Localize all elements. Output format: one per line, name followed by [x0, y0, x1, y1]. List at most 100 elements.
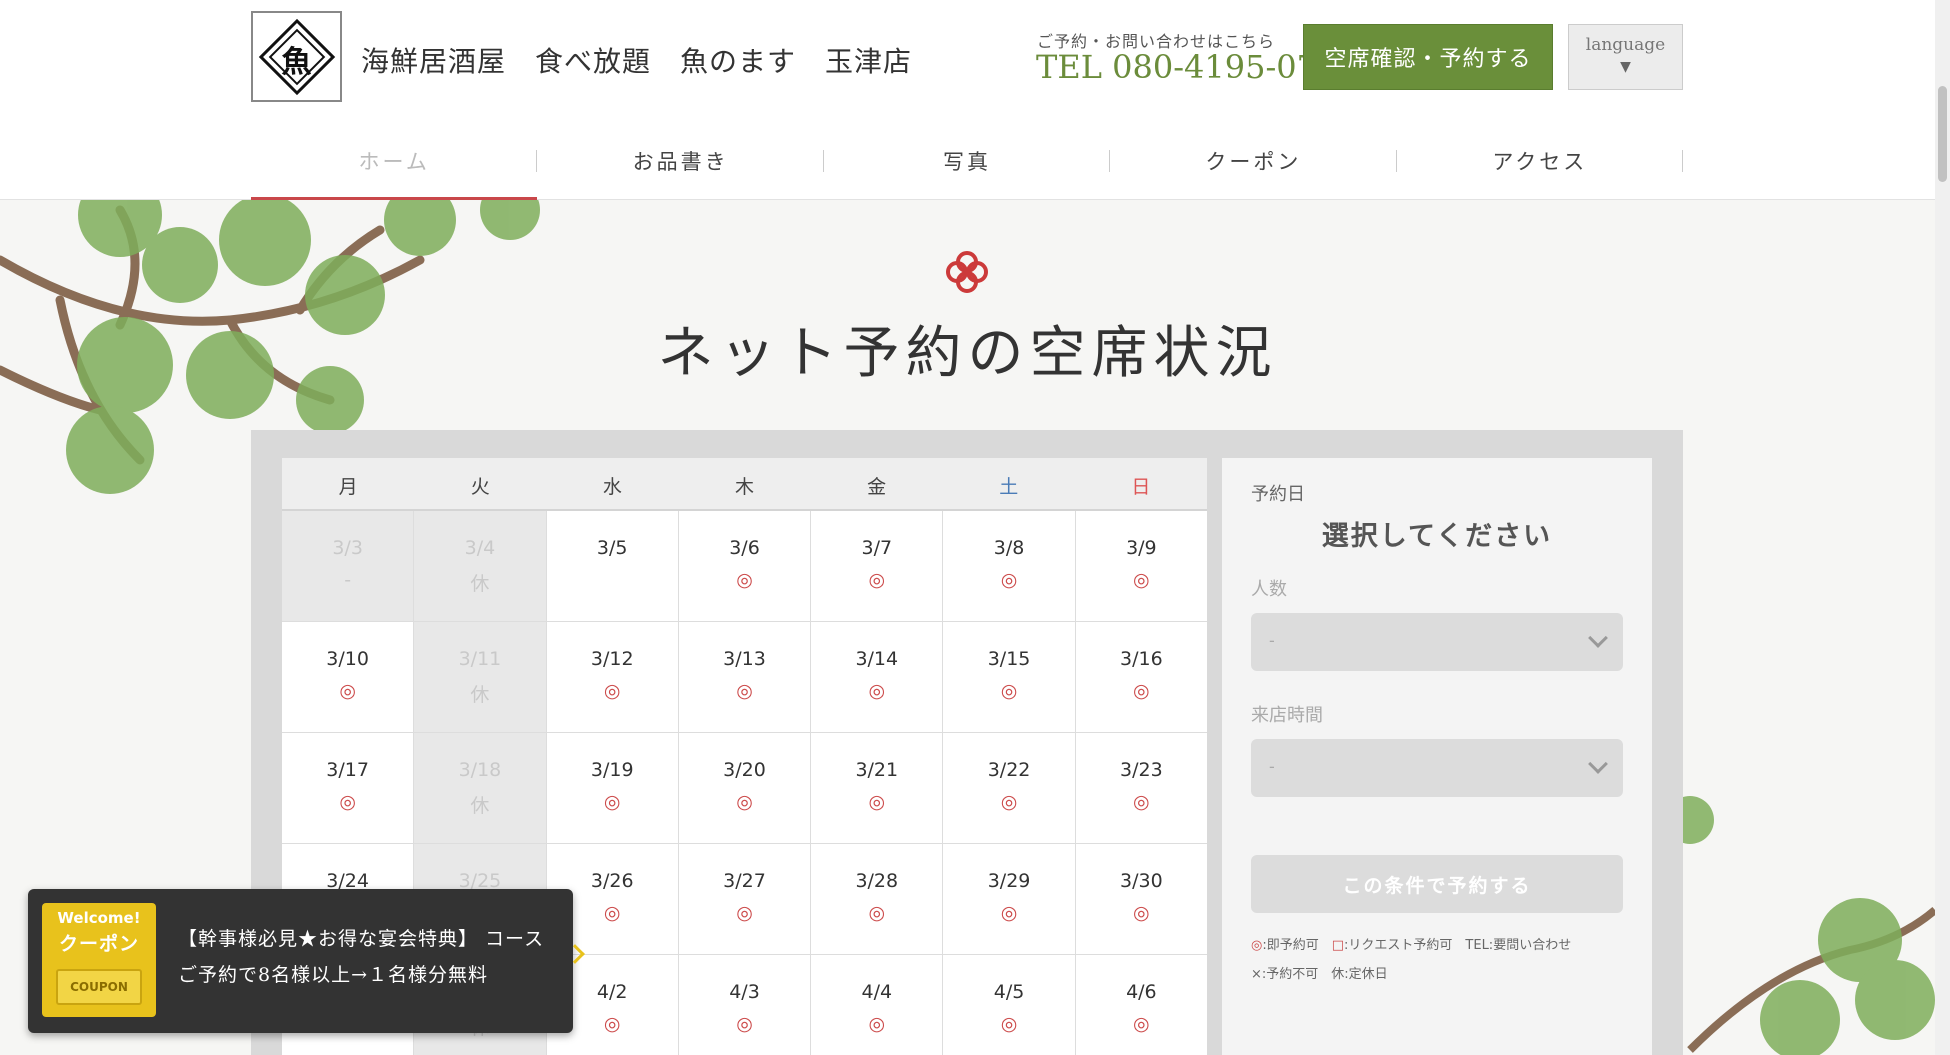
reserve-button[interactable]: 空席確認・予約する	[1303, 24, 1553, 90]
chevron-down-icon	[1588, 628, 1608, 648]
legend-line-1: ◎:即予約可 □:リクエスト予約可 TEL:要問い合わせ	[1251, 931, 1623, 960]
availability-mark: ◎	[1133, 680, 1150, 702]
availability-mark: ◎	[868, 902, 886, 924]
availability-mark: ◎	[736, 791, 753, 813]
coupon-welcome-text: Welcome!	[57, 909, 141, 927]
calendar-day-cell[interactable]: 3/27 ◎	[678, 844, 811, 954]
availability-mark: ◎	[868, 569, 886, 591]
calendar-date: 3/18	[458, 759, 502, 781]
calendar-day-cell[interactable]: 3/20 ◎	[678, 733, 811, 843]
calendar-day-cell[interactable]: 4/3 ◎	[678, 955, 811, 1055]
calendar-day-cell[interactable]: 3/13 ◎	[678, 622, 811, 732]
calendar-day-cell[interactable]: 4/6 ◎	[1075, 955, 1207, 1055]
legend-available-mark: ◎	[1251, 938, 1263, 953]
weekday-label-sunday: 日	[1131, 476, 1151, 498]
calendar-day-cell: 3/11 休	[414, 622, 546, 732]
time-select[interactable]: -	[1251, 739, 1623, 797]
calendar-day-cell[interactable]: 3/16 ◎	[1075, 622, 1207, 732]
calendar-date: 3/7	[861, 537, 893, 559]
chevron-down-icon: ▼	[1620, 59, 1631, 75]
calendar-date: 4/6	[1126, 981, 1157, 1003]
coupon-badge: Welcome! クーポン COUPON	[42, 903, 156, 1017]
availability-mark: ◎	[736, 680, 753, 702]
calendar-day-cell[interactable]: 4/5 ◎	[943, 955, 1075, 1055]
calendar-date: 3/8	[993, 537, 1025, 559]
calendar-day-cell[interactable]: 3/15 ◎	[943, 622, 1075, 732]
calendar-date: 3/4	[464, 537, 496, 559]
availability-mark: ◎	[603, 791, 621, 813]
availability-mark: ◎	[1000, 680, 1018, 702]
calendar-date: 3/23	[1120, 759, 1163, 781]
calendar-date: 3/30	[1120, 870, 1163, 892]
people-select[interactable]: -	[1251, 613, 1623, 671]
availability-mark: 休	[470, 795, 490, 817]
nav-item-coupon[interactable]: クーポン	[1110, 140, 1398, 200]
coupon-popup[interactable]: Welcome! クーポン COUPON 【幹事様必見★お得な宴会特典】 コース…	[28, 889, 585, 1033]
availability-mark: ◎	[736, 1013, 753, 1035]
availability-mark: ◎	[1000, 902, 1018, 924]
weekday-label: 火	[470, 476, 490, 498]
calendar-day-cell[interactable]: 3/29 ◎	[943, 844, 1075, 954]
calendar-day-cell[interactable]: 3/22 ◎	[943, 733, 1075, 843]
availability-mark: ◎	[868, 1013, 886, 1035]
availability-mark: ◎	[339, 680, 356, 702]
knot-emblem-icon	[946, 251, 988, 293]
scrollbar-thumb[interactable]	[1938, 86, 1947, 182]
calendar-date: 3/27	[723, 870, 766, 892]
calendar-date: 3/14	[855, 648, 899, 670]
calendar-date: 3/13	[723, 648, 766, 670]
reservation-form: 予約日 選択してください 人数 - 来店時間 - この条件で予約する ◎:即予約…	[1222, 458, 1652, 1055]
availability-mark: 休	[470, 684, 490, 706]
coupon-ticket-icon: COUPON	[56, 969, 142, 1005]
availability-mark: ◎	[1133, 902, 1150, 924]
calendar-date: 3/11	[458, 648, 502, 670]
availability-mark: 休	[470, 573, 490, 595]
legend-line-2: ×:予約不可 休:定休日	[1251, 967, 1388, 982]
coupon-description: 【幹事様必見★お得な宴会特典】 コースご予約で8名様以上→１名様分無料	[178, 928, 545, 986]
weekday-label: 金	[867, 476, 887, 498]
calendar-day-cell[interactable]: 4/4 ◎	[811, 955, 943, 1055]
legend-available-text: :即予約可	[1262, 938, 1332, 953]
calendar-day-cell[interactable]: 3/8 ◎	[943, 511, 1075, 621]
availability-mark: ◎	[339, 791, 356, 813]
calendar-day-cell: 3/18 休	[414, 733, 546, 843]
people-select-value: -	[1269, 631, 1275, 650]
calendar-day-cell[interactable]: 3/12 ◎	[546, 622, 678, 732]
calendar-date: 3/5	[596, 537, 628, 559]
weekday-label: 月	[338, 476, 358, 498]
nav-item-access[interactable]: アクセス	[1397, 140, 1684, 200]
calendar-date: 3/12	[590, 648, 634, 670]
calendar-day-cell[interactable]: 3/6 ◎	[678, 511, 811, 621]
weekday-label-saturday: 土	[999, 476, 1019, 498]
page-scrollbar[interactable]	[1935, 0, 1950, 1055]
nav-item-menu[interactable]: お品書き	[537, 140, 825, 200]
section-title: ネット予約の空席状況	[657, 321, 1278, 386]
calendar-date: 4/4	[861, 981, 893, 1003]
calendar-day-cell[interactable]: 3/19 ◎	[546, 733, 678, 843]
availability-mark: ◎	[736, 902, 753, 924]
calendar-date: 3/17	[326, 759, 369, 781]
calendar-day-cell[interactable]: 3/14 ◎	[811, 622, 943, 732]
calendar-day-cell[interactable]: 3/21 ◎	[811, 733, 943, 843]
main-nav: ホーム お品書き 写真 クーポン アクセス	[251, 140, 1684, 200]
calendar-day-cell: 3/3 -	[282, 511, 414, 621]
calendar-day-cell[interactable]: 3/9 ◎	[1075, 511, 1207, 621]
availability-mark: -	[344, 569, 352, 591]
calendar-day-cell[interactable]: 3/7 ◎	[811, 511, 943, 621]
availability-mark: ◎	[1000, 569, 1018, 591]
calendar-day-cell[interactable]: 3/10 ◎	[282, 622, 414, 732]
calendar-day-cell[interactable]: 3/5TEL	[546, 511, 1352, 621]
availability-mark: ◎	[1133, 791, 1150, 813]
calendar-day-cell[interactable]: 3/28 ◎	[811, 844, 943, 954]
calendar-day-cell[interactable]: 3/23 ◎	[1075, 733, 1207, 843]
calendar-date: 3/29	[987, 870, 1031, 892]
nav-item-home[interactable]: ホーム	[251, 140, 538, 200]
calendar-day-cell[interactable]: 3/17 ◎	[282, 733, 414, 843]
calendar-date: 4/3	[729, 981, 760, 1003]
shop-logo[interactable]: 魚	[251, 11, 342, 102]
nav-item-photos[interactable]: 写真	[824, 140, 1111, 200]
calendar-day-cell[interactable]: 3/30 ◎	[1075, 844, 1207, 954]
language-button[interactable]: language ▼	[1568, 24, 1683, 90]
calendar-date: 3/22	[987, 759, 1031, 781]
submit-reservation-button[interactable]: この条件で予約する	[1251, 855, 1623, 913]
